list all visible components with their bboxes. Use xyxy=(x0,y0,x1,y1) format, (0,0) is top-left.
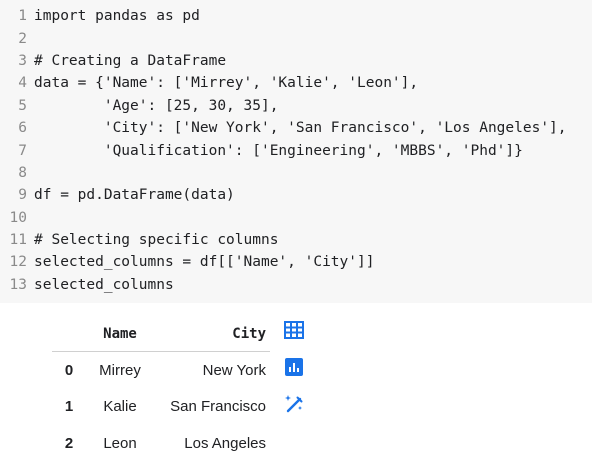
chart-suggest-icon xyxy=(285,358,303,376)
code-text: 'Age': [25, 30, 35], xyxy=(34,97,279,114)
line-number: 2 xyxy=(18,30,27,47)
code-line: 11 # Selecting specific columns xyxy=(0,229,592,251)
suggest-charts-button[interactable] xyxy=(282,355,306,379)
code-line: 9 df = pd.DataFrame(data) xyxy=(0,184,592,206)
row-index: 1 xyxy=(64,398,74,416)
code-text: # Creating a DataFrame xyxy=(34,52,227,69)
column-header-name[interactable]: Name xyxy=(86,317,154,352)
line-number: 7 xyxy=(18,142,27,159)
table-view-icon xyxy=(284,321,304,339)
line-number: 11 xyxy=(9,232,27,249)
table-header-row: Name City xyxy=(52,317,270,352)
code-text: import pandas as pd xyxy=(34,8,200,25)
index-header xyxy=(52,317,86,352)
cell-city: San Francisco xyxy=(170,398,266,416)
cell-output: Name City 0 Mirrey New York 1 Kalie San … xyxy=(0,303,592,468)
line-number: 13 xyxy=(9,276,27,293)
row-index: 2 xyxy=(64,434,74,452)
line-number: 8 xyxy=(18,164,27,181)
table-row: 1 Kalie San Francisco xyxy=(52,389,270,426)
line-number: 9 xyxy=(18,187,27,204)
line-number: 5 xyxy=(18,97,27,114)
line-number: 3 xyxy=(18,52,27,69)
column-header-city[interactable]: City xyxy=(154,317,270,352)
dataframe-table: Name City 0 Mirrey New York 1 Kalie San … xyxy=(52,317,270,462)
cell-name: Mirrey xyxy=(99,361,141,379)
code-line: 1 import pandas as pd xyxy=(0,5,592,27)
magic-wand-icon xyxy=(285,395,303,413)
code-text: 'City': ['New York', 'San Francisco', 'L… xyxy=(34,120,567,137)
code-line: 6 'City': ['New York', 'San Francisco', … xyxy=(0,117,592,139)
code-line: 8 xyxy=(0,162,592,184)
code-text: 'Qualification': ['Engineering', 'MBBS',… xyxy=(34,142,523,159)
code-line: 5 'Age': [25, 30, 35], xyxy=(0,95,592,117)
code-text: # Selecting specific columns xyxy=(34,232,279,249)
row-index: 0 xyxy=(64,361,74,379)
generate-code-button[interactable] xyxy=(282,392,306,416)
line-number: 12 xyxy=(9,254,27,271)
line-number: 1 xyxy=(18,8,27,25)
code-text: data = {'Name': ['Mirrey', 'Kalie', 'Leo… xyxy=(34,75,419,92)
cell-city: Los Angeles xyxy=(184,434,266,452)
line-number: 10 xyxy=(9,209,27,226)
line-number: 6 xyxy=(18,120,27,137)
code-line: 12 selected_columns = df[['Name', 'City']… xyxy=(0,251,592,273)
code-line: 13 selected_columns xyxy=(0,274,592,296)
code-line: 3 # Creating a DataFrame xyxy=(0,50,592,72)
cell-city: New York xyxy=(202,361,266,379)
code-cell[interactable]: 1 import pandas as pd 2 3 # Creating a Dat… xyxy=(0,0,592,303)
table-row: 2 Leon Los Angeles xyxy=(52,425,270,462)
code-text: selected_columns = df[['Name', 'City']] xyxy=(34,254,375,271)
code-line: 2 xyxy=(0,27,592,49)
code-line: 4 data = {'Name': ['Mirrey', 'Kalie', 'Le… xyxy=(0,72,592,94)
table-row: 0 Mirrey New York xyxy=(52,352,270,389)
code-line: 10 xyxy=(0,207,592,229)
cell-name: Leon xyxy=(103,434,137,452)
line-number: 4 xyxy=(18,75,27,92)
code-text: selected_columns xyxy=(34,276,174,293)
code-text: df = pd.DataFrame(data) xyxy=(34,187,235,204)
cell-name: Kalie xyxy=(103,398,137,416)
convert-to-interactive-table-button[interactable] xyxy=(282,318,306,342)
code-line: 7 'Qualification': ['Engineering', 'MBBS… xyxy=(0,139,592,161)
